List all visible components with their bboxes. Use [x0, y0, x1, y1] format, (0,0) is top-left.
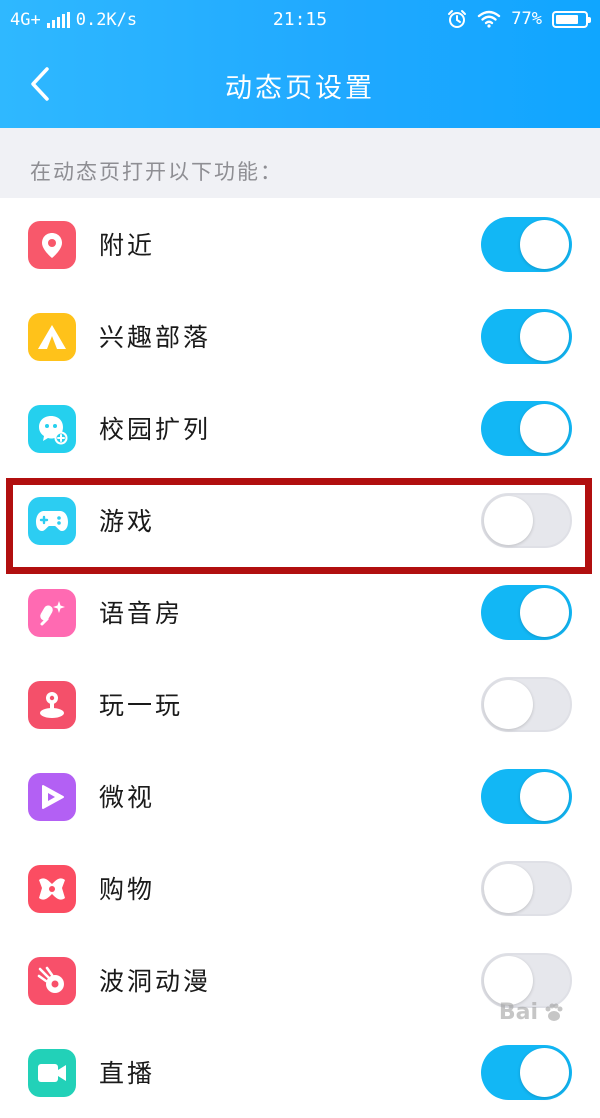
list-item: 微视: [0, 750, 600, 842]
toggle-knob: [484, 496, 533, 545]
alarm-icon: [448, 10, 467, 28]
toggle-knob: [484, 680, 533, 729]
wifi-icon: [478, 10, 501, 28]
toggle-knob: [520, 404, 569, 453]
toggle-knob: [520, 220, 569, 269]
nav-bar: 动态页设置: [0, 40, 600, 128]
status-bar: 4G+ 0.2K/s 21:15 77%: [0, 0, 600, 40]
list-item-label: 游戏: [99, 507, 156, 536]
toggle-knob: [520, 1048, 569, 1097]
paw-icon: [545, 1003, 563, 1021]
status-right: 77%: [447, 9, 591, 29]
list-item-label: 语音房: [99, 599, 184, 628]
list-item-label: 校园扩列: [99, 415, 212, 444]
page-title: 动态页设置: [225, 73, 375, 104]
chat-bubble-plus-icon: [28, 405, 76, 453]
play-icon: [28, 773, 76, 821]
list-item: 玩一玩: [0, 658, 600, 750]
list-item-label: 兴趣部落: [99, 323, 212, 352]
toggle-knob: [520, 588, 569, 637]
feature-list: 附近兴趣部落校园扩列游戏语音房玩一玩微视购物波洞动漫直播: [0, 198, 600, 1118]
toggle-switch[interactable]: [481, 309, 572, 364]
list-item: 购物: [0, 842, 600, 934]
location-pin-icon: [28, 221, 76, 269]
toggle-switch[interactable]: [481, 1045, 572, 1100]
list-item-label: 微视: [99, 783, 156, 812]
video-icon: [28, 1049, 76, 1097]
list-item: 语音房: [0, 566, 600, 658]
toggle-knob: [520, 772, 569, 821]
list-item: 校园扩列: [0, 382, 600, 474]
list-item: 附近: [0, 198, 600, 290]
comet-icon: [28, 957, 76, 1005]
microphone-sparkle-icon: [28, 589, 76, 637]
list-item-label: 玩一玩: [99, 691, 184, 720]
gamepad-icon: [28, 497, 76, 545]
toggle-switch[interactable]: [481, 769, 572, 824]
toggle-knob: [484, 956, 533, 1005]
watermark: Bai: [499, 1000, 566, 1025]
list-item-label: 附近: [99, 231, 156, 260]
toggle-knob: [520, 312, 569, 361]
tent-icon: [28, 313, 76, 361]
list-item-label: 波洞动漫: [99, 967, 212, 996]
list-item-label: 购物: [99, 875, 156, 904]
toggle-switch[interactable]: [481, 401, 572, 456]
watermark-logo: Bai: [498, 1000, 538, 1025]
battery-percent: 77%: [511, 9, 542, 29]
list-item: 兴趣部落: [0, 290, 600, 382]
list-item: 直播: [0, 1026, 600, 1118]
app-header: 4G+ 0.2K/s 21:15 77% 动态页设置: [0, 0, 600, 128]
joystick-icon: [28, 681, 76, 729]
list-item: 游戏: [0, 474, 600, 566]
toggle-switch[interactable]: [481, 217, 572, 272]
toggle-knob: [484, 864, 533, 913]
list-item-label: 直播: [99, 1059, 156, 1088]
toggle-switch[interactable]: [481, 861, 572, 916]
battery-fill: [556, 14, 578, 24]
section-header: 在动态页打开以下功能：: [0, 128, 600, 198]
toggle-switch[interactable]: [481, 585, 572, 640]
battery-icon: [552, 10, 591, 28]
ribbon-bag-icon: [28, 865, 76, 913]
toggle-switch[interactable]: [481, 677, 572, 732]
toggle-switch[interactable]: [481, 493, 572, 548]
